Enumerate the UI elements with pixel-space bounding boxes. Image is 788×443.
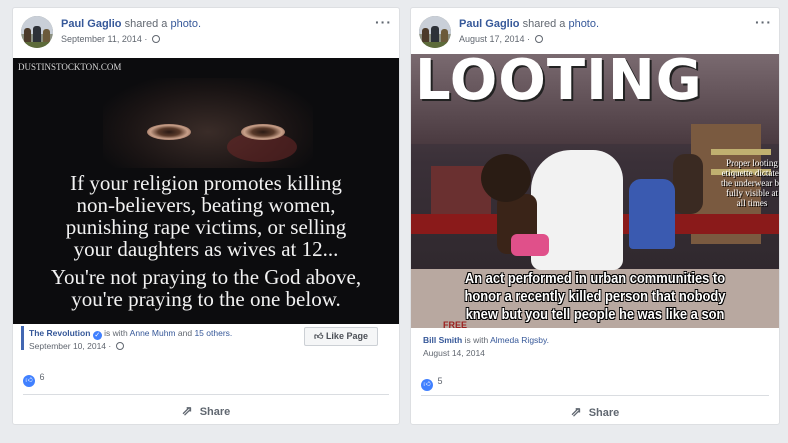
post-date: September 11, 2014 · (61, 34, 160, 44)
share-verb: shared a (522, 18, 566, 30)
globe-icon (534, 35, 543, 43)
globe-icon (115, 342, 124, 350)
globe-icon (151, 35, 160, 43)
post-photo[interactable]: DUSTINSTOCKTON.COM If your religion prom… (13, 58, 399, 324)
image-text-line: your daughters as wives at 12... (73, 237, 339, 261)
tagged-person-link[interactable]: Anne Muhm (130, 328, 176, 338)
image-caption-line: knew but you tell people he was like a s… (465, 306, 725, 323)
attribution-line: The Revolution ✓ is with Anne Muhm and 1… (29, 328, 233, 340)
divider (23, 394, 389, 395)
image-side-note: Proper looting etiquette dictates the un… (721, 158, 779, 208)
page-name-link[interactable]: Bill Smith (423, 335, 462, 345)
photo-link[interactable]: photo. (568, 18, 599, 30)
author-name[interactable]: Paul Gaglio (459, 18, 520, 30)
eye-graphic (241, 124, 285, 140)
share-icon: ⇗ (181, 403, 193, 418)
attribution-accent (21, 326, 24, 350)
like-reaction-icon: 👍︎ (23, 375, 35, 387)
post-card-2: Paul Gaglio shared a photo. August 17, 2… (410, 7, 780, 425)
image-caption-line: An act performed in urban communities to (464, 270, 726, 287)
post-date-text[interactable]: September 11, 2014 · (61, 34, 147, 44)
tagged-person-link[interactable]: Almeda Rigsby. (490, 335, 549, 345)
post-card-1: Paul Gaglio shared a photo. September 11… (12, 7, 400, 425)
attribution-date: September 10, 2014 · (29, 341, 124, 351)
store-sign: FREE (443, 320, 468, 328)
post-author-line: Paul Gaglio shared a photo. (61, 18, 201, 30)
eye-graphic (147, 124, 191, 140)
reactions-summary[interactable]: 👍︎ 5 (421, 376, 443, 391)
photo-link[interactable]: photo. (170, 18, 201, 30)
share-button[interactable]: ⇗ Share (411, 404, 779, 420)
image-text-line: If your religion promotes killing (70, 171, 342, 195)
image-text-line: You're not praying to the God above, (50, 265, 362, 289)
like-page-button[interactable]: 👍︎ Like Page (304, 327, 378, 346)
reactions-count: 5 (437, 376, 443, 386)
image-watermark: DUSTINSTOCKTON.COM (18, 62, 122, 72)
reactions-count: 6 (39, 372, 45, 382)
image-caption-line: honor a recently killed person that nobo… (464, 288, 726, 305)
more-options-icon[interactable]: ··· (375, 14, 392, 30)
more-options-icon[interactable]: ··· (755, 14, 772, 30)
share-button[interactable]: ⇗ Share (13, 403, 399, 419)
divider (421, 395, 769, 396)
post-date-text[interactable]: August 17, 2014 · (459, 34, 530, 44)
author-name[interactable]: Paul Gaglio (61, 18, 122, 30)
attribution-date[interactable]: August 14, 2014 (423, 348, 485, 358)
page-name-link[interactable]: The Revolution (29, 328, 90, 338)
post-header: Paul Gaglio shared a photo. August 17, 2… (411, 8, 779, 52)
image-text-line: punishing rape victims, or selling (65, 215, 347, 239)
verified-badge-icon: ✓ (92, 331, 102, 340)
post-author-line: Paul Gaglio shared a photo. (459, 18, 599, 30)
like-reaction-icon: 👍︎ (421, 379, 433, 391)
thumbs-up-icon: 👍︎ (314, 331, 324, 341)
avatar[interactable] (21, 16, 53, 48)
share-icon: ⇗ (570, 404, 582, 419)
post-header: Paul Gaglio shared a photo. September 11… (13, 8, 399, 52)
image-text-line: non-believers, beating women, (76, 193, 336, 217)
attribution-line: Bill Smith is with Almeda Rigsby. (423, 335, 550, 345)
post-date: August 17, 2014 · (459, 34, 543, 44)
avatar[interactable] (419, 16, 451, 48)
post-photo[interactable]: LOOTING Proper looting etiquette dictate… (411, 54, 779, 328)
reactions-summary[interactable]: 👍︎ 6 (23, 372, 45, 387)
image-headline: LOOTING (415, 54, 703, 113)
share-verb: shared a (124, 18, 168, 30)
image-text-line: you're praying to the one below. (71, 287, 341, 311)
others-link[interactable]: 15 others. (194, 328, 232, 338)
